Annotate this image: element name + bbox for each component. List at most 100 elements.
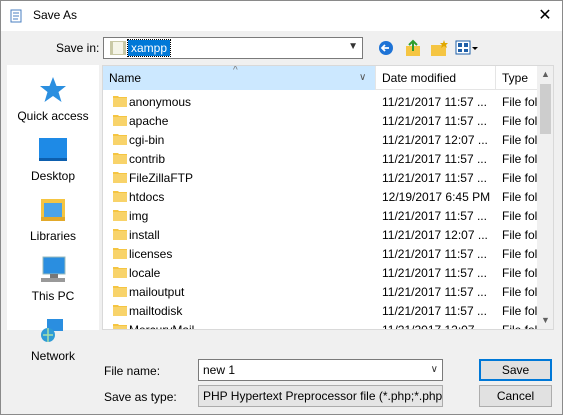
column-header-name[interactable]: ^ Name ∨ <box>103 66 376 90</box>
view-menu-icon[interactable] <box>455 39 478 57</box>
file-date: 12/19/2017 6:45 PM <box>382 190 491 204</box>
file-date: 11/21/2017 12:07 ... <box>382 133 488 147</box>
file-date: 11/21/2017 11:57 ... <box>382 209 487 223</box>
folder-icon <box>113 96 127 107</box>
table-row[interactable]: apache 11/21/2017 11:57 ... File fol <box>103 111 538 130</box>
folder-icon <box>113 191 127 202</box>
folder-icon <box>113 153 127 164</box>
file-type: File fol <box>502 266 538 280</box>
back-icon[interactable] <box>377 39 399 57</box>
chevron-down-icon[interactable]: ∨ <box>359 66 366 90</box>
new-folder-icon[interactable] <box>429 39 451 57</box>
file-date: 11/21/2017 12:07 ... <box>382 228 488 242</box>
folder-icon <box>113 267 127 278</box>
sort-ascending-icon: ^ <box>233 65 238 76</box>
file-type: File fol <box>502 95 538 109</box>
save-as-type-value: PHP Hypertext Preprocessor file (*.php;*… <box>203 389 443 403</box>
file-type: File fol <box>502 228 538 242</box>
file-date: 11/21/2017 11:57 ... <box>382 95 487 109</box>
file-name: install <box>129 228 160 242</box>
table-row[interactable]: install 11/21/2017 12:07 ... File fol <box>103 225 538 244</box>
cancel-button[interactable]: Cancel <box>479 385 552 407</box>
table-row[interactable]: htdocs 12/19/2017 6:45 PM File fol <box>103 187 538 206</box>
folder-icon <box>113 286 127 297</box>
desktop-icon <box>39 138 67 161</box>
file-name: FileZillaFTP <box>129 171 194 185</box>
place-network[interactable]: Network <box>7 315 99 363</box>
chevron-down-icon[interactable]: ▼ <box>348 41 358 52</box>
place-label: Network <box>30 349 75 363</box>
table-row[interactable]: licenses 11/21/2017 11:57 ... File fol <box>103 244 538 263</box>
table-row[interactable]: contrib 11/21/2017 11:57 ... File fol <box>103 149 538 168</box>
scroll-up-icon[interactable]: ▲ <box>537 66 553 83</box>
up-folder-icon[interactable] <box>403 39 425 57</box>
title-bar: Save As ✕ <box>1 1 562 31</box>
table-row[interactable]: anonymous 11/21/2017 11:57 ... File fol <box>103 92 538 111</box>
file-list: ^ Name ∨ Date modified Type anonymous 11/… <box>102 65 554 330</box>
chevron-down-icon[interactable]: ∨ <box>431 360 438 380</box>
file-name: apache <box>129 114 169 128</box>
file-date: 11/21/2017 11:57 ... <box>382 247 487 261</box>
place-libraries[interactable]: Libraries <box>7 195 99 243</box>
file-type: File fol <box>502 171 538 185</box>
file-name: locale <box>129 266 161 280</box>
place-this-pc[interactable]: This PC <box>7 255 99 303</box>
list-header: ^ Name ∨ Date modified Type <box>103 66 538 90</box>
folder-icon <box>110 41 126 55</box>
file-name: licenses <box>129 247 173 261</box>
table-row[interactable]: MercuryMail 11/21/2017 12:07 ... File fol <box>103 320 538 330</box>
file-type: File fol <box>502 133 538 147</box>
column-date-label: Date modified <box>382 71 457 85</box>
table-row[interactable]: locale 11/21/2017 11:57 ... File fol <box>103 263 538 282</box>
file-date: 11/21/2017 11:57 ... <box>382 114 487 128</box>
table-row[interactable]: mailoutput 11/21/2017 11:57 ... File fol <box>103 282 538 301</box>
file-type: File fol <box>502 152 538 166</box>
folder-icon <box>113 134 127 145</box>
window-title: Save As <box>33 8 78 22</box>
scroll-thumb[interactable] <box>540 84 551 134</box>
folder-icon <box>113 172 127 183</box>
file-name: htdocs <box>129 190 165 204</box>
scroll-down-icon[interactable]: ▼ <box>537 312 553 329</box>
table-row[interactable]: cgi-bin 11/21/2017 12:07 ... File fol <box>103 130 538 149</box>
vertical-scrollbar[interactable]: ▲ ▼ <box>537 66 553 329</box>
quick-access-icon <box>40 77 66 102</box>
folder-icon <box>113 324 127 329</box>
places-bar: Quick access Desktop Libraries This PC N… <box>7 65 99 363</box>
file-name-value: new 1 <box>203 363 236 377</box>
folder-icon <box>113 115 127 126</box>
close-icon[interactable]: ✕ <box>534 5 556 27</box>
file-name: cgi-bin <box>129 133 165 147</box>
file-date: 11/21/2017 11:57 ... <box>382 171 487 185</box>
table-row[interactable]: img 11/21/2017 11:57 ... File fol <box>103 206 538 225</box>
column-type-label: Type <box>502 71 529 85</box>
table-row[interactable]: FileZillaFTP 11/21/2017 11:57 ... File fol <box>103 168 538 187</box>
column-name-label: Name <box>109 71 142 85</box>
file-name: img <box>129 209 149 223</box>
save-in-dropdown[interactable]: xampp ▼ <box>103 37 363 59</box>
place-desktop[interactable]: Desktop <box>7 135 99 183</box>
file-date: 11/21/2017 11:57 ... <box>382 285 487 299</box>
place-quick-access[interactable]: Quick access <box>7 75 99 123</box>
file-type: File fol <box>502 247 538 261</box>
file-date: 11/21/2017 11:57 ... <box>382 266 487 280</box>
folder-icon <box>113 210 127 221</box>
notepad-icon <box>10 9 22 23</box>
file-type: File fol <box>502 209 538 223</box>
save-as-type-select[interactable]: PHP Hypertext Preprocessor file (*.php;*… <box>198 385 443 407</box>
save-button[interactable]: Save <box>479 359 552 381</box>
folder-icon <box>113 229 127 240</box>
file-type: File fol <box>502 323 538 330</box>
file-name-input[interactable]: new 1 ∨ <box>198 359 443 381</box>
file-type: File fol <box>502 304 538 318</box>
save-in-value: xampp <box>126 39 172 57</box>
folder-icon <box>113 248 127 259</box>
file-type: File fol <box>502 285 538 299</box>
place-label: Desktop <box>30 169 76 183</box>
file-date: 11/21/2017 11:57 ... <box>382 152 487 166</box>
column-header-date[interactable]: Date modified <box>376 66 496 90</box>
table-row[interactable]: mailtodisk 11/21/2017 11:57 ... File fol <box>103 301 538 320</box>
file-type: File fol <box>502 190 538 204</box>
save-in-label: Save in: <box>56 41 100 55</box>
file-name: mailtodisk <box>129 304 183 318</box>
